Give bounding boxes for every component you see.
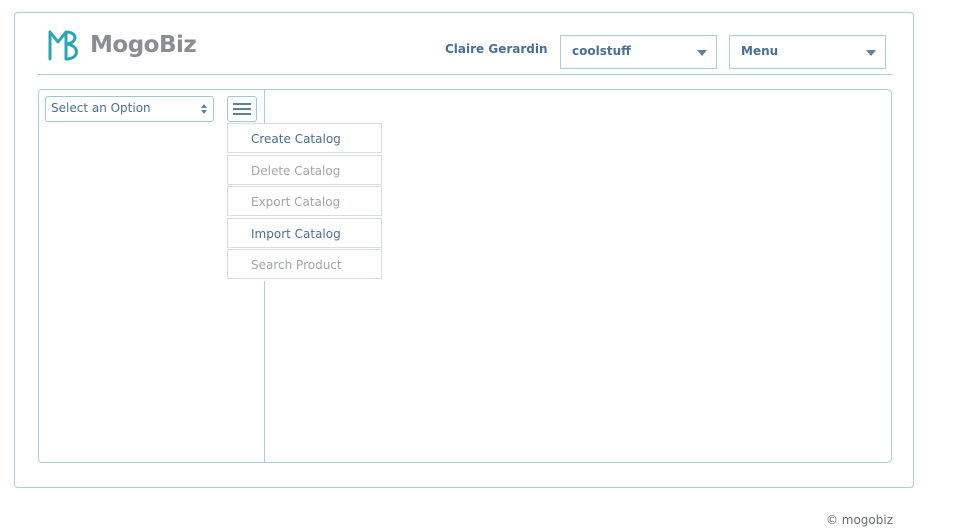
logo: MogoBiz — [44, 25, 197, 65]
chevron-down-icon — [866, 50, 876, 56]
user-name[interactable]: Claire Gerardin — [445, 42, 548, 56]
hamburger-icon-bar — [233, 113, 251, 115]
option-select[interactable]: Select an Option — [45, 96, 214, 122]
hamburger-icon-bar — [233, 103, 251, 105]
mogobiz-logo-icon — [48, 30, 78, 61]
sort-arrows-icon — [201, 104, 207, 114]
content-panel — [38, 89, 892, 463]
catalog-menu: Create Catalog Delete Catalog Export Cat… — [227, 123, 382, 281]
menu-select[interactable]: Menu — [729, 35, 886, 69]
hamburger-icon-bar — [233, 108, 251, 110]
menu-select-value: Menu — [741, 44, 779, 58]
catalog-menu-button[interactable] — [227, 96, 257, 122]
menu-item-search-product[interactable]: Search Product — [227, 249, 382, 279]
store-select[interactable]: coolstuff — [560, 35, 717, 69]
header: MogoBiz Claire Gerardin coolstuff Menu — [38, 22, 892, 75]
chevron-down-icon — [697, 50, 707, 56]
menu-item-export-catalog[interactable]: Export Catalog — [227, 186, 382, 216]
menu-item-create-catalog[interactable]: Create Catalog — [227, 123, 382, 153]
store-select-value: coolstuff — [572, 44, 631, 58]
footer-copyright: © mogobiz — [825, 513, 893, 527]
logo-text: MogoBiz — [90, 32, 197, 58]
menu-item-import-catalog[interactable]: Import Catalog — [227, 217, 382, 248]
menu-item-delete-catalog[interactable]: Delete Catalog — [227, 154, 382, 185]
option-select-value: Select an Option — [51, 101, 151, 115]
